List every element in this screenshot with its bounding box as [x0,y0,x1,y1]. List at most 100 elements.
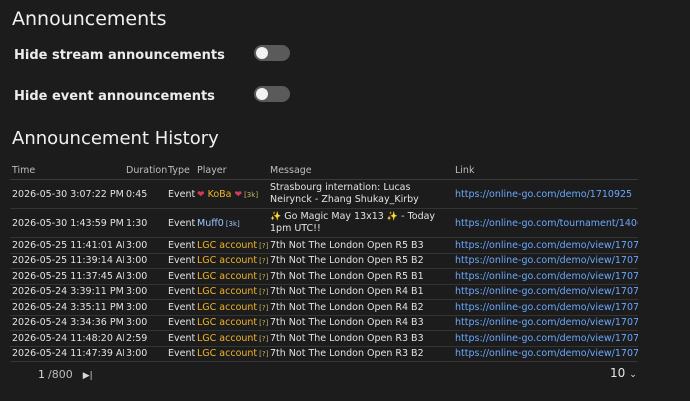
duration-cell: 3:00 [124,284,166,300]
page-number-input[interactable]: 1 [38,368,45,381]
table-row: 2026-05-24 3:34:36 PM 3:00 Event LGC acc… [10,315,638,331]
type-cell: Event [166,208,195,238]
player-name[interactable]: Muff0 [197,218,224,229]
player-name[interactable]: LGC account [197,348,257,359]
type-cell: Event [166,253,195,269]
time-cell: 2026-05-30 1:43:59 PM [10,208,124,238]
player-cell: LGC account [?] [195,346,268,362]
message-cell: 7th Not The London Open R4 B3 [268,315,453,331]
duration-cell: 3:00 [124,237,166,254]
type-cell: Event [166,299,195,316]
player-cell: LGC account [?] [195,315,268,331]
col-duration: Duration [124,163,167,180]
link-cell: https://online-go.com/demo/view/1707472 [453,299,638,316]
link-cell: https://online-go.com/demo/view/1707991 [453,237,638,254]
page-size-select[interactable]: 10 ⌄ [610,366,637,380]
announcement-link[interactable]: https://online-go.com/demo/view/1707990 [455,271,638,282]
duration-cell: 3:00 [124,253,166,269]
link-cell: https://online-go.com/demo/view/1707325 [453,330,638,347]
announcement-link[interactable]: https://online-go.com/tournament/140636 [455,218,638,229]
time-cell: 2026-05-30 3:07:22 PM [10,179,124,209]
player-rank: [3k] [225,219,240,228]
message-cell: 7th Not The London Open R3 B2 [268,346,453,362]
duration-cell: 3:00 [124,315,166,331]
type-cell: Event [166,330,195,347]
player-rank: [?] [259,272,268,281]
player-name[interactable]: LGC account [197,317,257,328]
player-cell: LGC account [?] [195,284,268,300]
pagination: 1/800 ▶| [38,368,93,381]
player-rank: [?] [259,288,268,297]
hide-event-label: Hide event announcements [14,89,215,104]
message-cell: ✨ Go Magic May 13x13 ✨ - Today 1pm UTC!! [268,208,453,238]
message-cell: 7th Not The London Open R4 B2 [268,299,453,316]
chevron-down-icon: ⌄ [629,370,637,380]
player-name[interactable]: LGC account [197,302,257,313]
type-cell: Event [166,268,195,285]
message-cell: 7th Not The London Open R4 B1 [268,284,453,300]
message-cell: Strasbourg internation: Lucas Neirynck -… [268,179,453,209]
time-cell: 2026-05-24 11:47:39 AM [10,346,124,362]
time-cell: 2026-05-25 11:39:14 AM [10,253,124,269]
duration-cell: 3:00 [124,346,166,362]
player-name[interactable]: KoBa [208,189,232,200]
announcement-link[interactable]: https://online-go.com/demo/view/1707472 [455,302,638,313]
table-row: 2026-05-30 3:07:22 PM 0:45 Event ❤ KoBa … [10,179,638,209]
announcement-link[interactable]: https://online-go.com/demo/view/1707991 [455,240,638,251]
player-name[interactable]: LGC account [197,333,257,344]
player-name[interactable]: LGC account [197,286,257,297]
announcement-link[interactable]: https://online-go.com/demo/view/1707325 [455,333,638,344]
time-cell: 2026-05-25 11:41:01 AM [10,237,124,254]
link-cell: https://online-go.com/demo/view/1707326 [453,346,638,362]
page-title: Announcements [12,8,167,30]
player-rank: [?] [259,257,268,266]
hide-stream-toggle[interactable] [254,45,290,61]
time-cell: 2026-05-24 11:48:20 AM [10,330,124,347]
table-row: 2026-05-25 11:37:45 AM 3:00 Event LGC ac… [10,268,638,285]
player-rank: [?] [259,319,268,328]
player-name[interactable]: LGC account [197,240,257,251]
announcement-history-table: Time Duration Type Player Message Link 2… [10,163,638,362]
announcement-link[interactable]: https://online-go.com/demo/view/1707326 [455,348,638,359]
message-cell: 7th Not The London Open R5 B3 [268,237,453,254]
player-rank: [3k] [244,190,259,199]
heart-icon: ❤ [197,189,205,200]
hide-event-toggle[interactable] [254,86,290,102]
message-text: Go Magic May 13x13 [284,211,384,222]
col-message: Message [268,163,453,180]
col-link: Link [453,163,638,180]
player-rank: [?] [259,350,268,359]
duration-cell: 1:30 [124,208,166,238]
link-cell: https://online-go.com/demo/1710925 [453,179,638,209]
duration-cell: 2:59 [124,330,166,347]
message-cell: 7th Not The London Open R3 B3 [268,330,453,347]
sparkle-icon: ✨ [386,212,399,222]
page-size-value: 10 [610,366,626,380]
announcement-link[interactable]: https://online-go.com/demo/1710925 [455,189,632,200]
announcement-link[interactable]: https://online-go.com/demo/view/1707998 [455,255,638,266]
message-cell: 7th Not The London Open R5 B2 [268,253,453,269]
last-page-icon[interactable]: ▶| [83,371,93,381]
col-type: Type [166,163,195,180]
type-cell: Event [166,179,195,209]
player-cell: LGC account [?] [195,268,268,285]
player-cell: LGC account [?] [195,299,268,316]
time-cell: 2026-05-24 3:39:11 PM [10,284,124,300]
announcement-link[interactable]: https://online-go.com/demo/view/1707474 [455,286,638,297]
history-title: Announcement History [12,128,219,149]
toggle-knob [256,47,268,59]
table-row: 2026-05-24 3:39:11 PM 3:00 Event LGC acc… [10,284,638,300]
type-cell: Event [166,237,195,254]
sparkle-icon: ✨ [270,212,282,222]
player-name[interactable]: LGC account [197,271,257,282]
table-row: 2026-05-24 11:47:39 AM 3:00 Event LGC ac… [10,346,638,362]
player-cell: LGC account [?] [195,330,268,347]
player-rank: [?] [259,303,268,312]
duration-cell: 3:00 [124,299,166,316]
player-cell: ❤ KoBa ❤ [3k] [195,179,268,209]
announcement-link[interactable]: https://online-go.com/demo/view/1707473 [455,317,638,328]
col-player: Player [195,163,268,180]
hide-stream-label: Hide stream announcements [14,48,225,63]
player-name[interactable]: LGC account [197,255,257,266]
message-cell: 7th Not The London Open R5 B1 [268,268,453,285]
